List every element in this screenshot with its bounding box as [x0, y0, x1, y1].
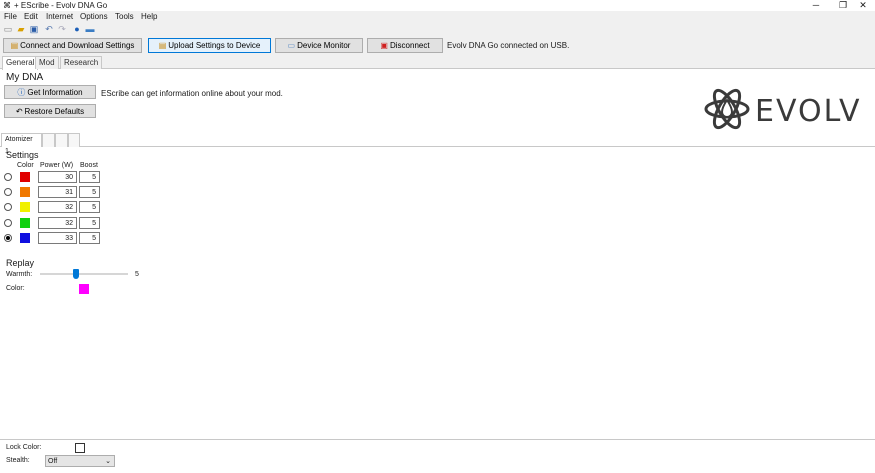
profile-row-1: 30 5: [0, 171, 110, 184]
profile-color-swatch-5[interactable]: [20, 233, 30, 243]
connect-download-button[interactable]: ▤ Connect and Download Settings: [3, 38, 142, 53]
connect-download-label: Connect and Download Settings: [20, 41, 135, 50]
atomizer-tabs: Atomizer 1: [0, 133, 875, 155]
open-folder-icon[interactable]: ▰: [16, 24, 26, 34]
upload-settings-label: Upload Settings to Device: [168, 41, 261, 50]
evolv-logo: EVOLV: [703, 85, 865, 133]
boost-column-header: Boost: [80, 162, 98, 169]
app-icon: ⌘: [3, 1, 11, 10]
upload-settings-button[interactable]: ▤ Upload Settings to Device: [148, 38, 271, 53]
action-bar: ▤ Connect and Download Settings ▤ Upload…: [0, 36, 875, 55]
profile-color-swatch-4[interactable]: [20, 218, 30, 228]
profile-color-swatch-1[interactable]: [20, 172, 30, 182]
profile-power-field-1[interactable]: 30: [38, 171, 77, 183]
lock-color-label: Lock Color:: [6, 444, 42, 451]
stealth-select[interactable]: Off ⌄: [45, 455, 115, 467]
restore-defaults-label: Restore Defaults: [24, 106, 85, 116]
power-column-header: Power (W): [40, 162, 74, 169]
profile-radio-5[interactable]: [4, 234, 12, 242]
color-column-header: Color: [17, 162, 34, 169]
menu-tools[interactable]: Tools: [115, 12, 134, 21]
tab-mod[interactable]: Mod: [35, 56, 59, 69]
profile-color-swatch-2[interactable]: [20, 187, 30, 197]
warmth-slider-track[interactable]: [40, 273, 128, 275]
profile-color-swatch-3[interactable]: [20, 202, 30, 212]
info-icon: ⓘ: [17, 87, 26, 97]
stealth-select-value: Off: [48, 458, 58, 465]
tab-atomizer-3[interactable]: [55, 133, 68, 147]
get-information-description: EScribe can get information online about…: [101, 89, 283, 98]
disconnect-label: Disconnect: [389, 41, 430, 50]
lock-color-checkbox[interactable]: [75, 443, 85, 453]
main-tabs: General Mod Research: [0, 55, 875, 70]
profile-row-2: 31 5: [0, 186, 110, 199]
profile-boost-field-2[interactable]: 5: [79, 186, 100, 198]
restore-defaults-button[interactable]: ↶ Restore Defaults: [4, 104, 96, 118]
profile-boost-field-4[interactable]: 5: [79, 217, 100, 229]
menu-bar: File Edit Internet Options Tools Help: [0, 11, 875, 22]
profile-boost-field-3[interactable]: 5: [79, 201, 100, 213]
undo-icon[interactable]: ↶: [44, 24, 54, 34]
get-information-button[interactable]: ⓘ Get Information: [4, 85, 96, 99]
atom-logo-icon: [704, 88, 750, 130]
menu-options[interactable]: Options: [80, 12, 108, 21]
window-title: + EScribe - Evolv DNA Go: [14, 1, 108, 10]
toolbar: ▭ ▰ ▣ ↶ ↷ ● ▬: [0, 22, 875, 36]
warmth-slider-thumb[interactable]: [73, 269, 79, 279]
tab-general[interactable]: General: [2, 56, 39, 70]
replay-color-label: Color:: [6, 285, 25, 292]
profile-boost-field-5[interactable]: 5: [79, 232, 100, 244]
profile-radio-2[interactable]: [4, 188, 12, 196]
maximize-button[interactable]: ❐: [833, 0, 853, 11]
connection-status: Evolv DNA Go connected on USB.: [447, 41, 570, 50]
profile-power-field-2[interactable]: 31: [38, 186, 77, 198]
my-dna-title: My DNA: [6, 72, 44, 83]
profile-power-field-4[interactable]: 32: [38, 217, 77, 229]
menu-edit[interactable]: Edit: [24, 12, 38, 21]
chevron-down-icon: ⌄: [105, 458, 111, 465]
profile-row-3: 32 5: [0, 201, 110, 214]
profile-boost-field-1[interactable]: 5: [79, 171, 100, 183]
monitor-icon: ▭: [287, 41, 296, 50]
tab-atomizer-1[interactable]: Atomizer 1: [1, 133, 42, 155]
menu-file[interactable]: File: [4, 12, 17, 21]
globe-icon[interactable]: ●: [72, 24, 82, 34]
profile-row-4: 32 5: [0, 217, 110, 230]
disconnect-icon: ▣: [380, 41, 388, 50]
logo-wordmark: EVOLV: [755, 94, 862, 129]
save-icon[interactable]: ▣: [29, 24, 39, 34]
tab-atomizer-extra[interactable]: [68, 133, 80, 147]
upload-settings-icon: ▤: [158, 41, 167, 50]
replay-title: Replay: [6, 258, 35, 268]
profile-power-field-5[interactable]: 33: [38, 232, 77, 244]
device-monitor-label: Device Monitor: [297, 41, 351, 50]
profile-power-field-3[interactable]: 32: [38, 201, 77, 213]
redo-icon[interactable]: ↷: [57, 24, 67, 34]
get-information-label: Get Information: [27, 87, 83, 97]
profile-radio-3[interactable]: [4, 203, 12, 211]
menu-help[interactable]: Help: [141, 12, 157, 21]
tab-atomizer-2[interactable]: [42, 133, 55, 147]
title-bar: ⌘ + EScribe - Evolv DNA Go ─ ❐ ✕: [0, 0, 875, 11]
profile-radio-1[interactable]: [4, 173, 12, 181]
restore-icon: ↶: [15, 106, 23, 116]
footer-divider: [0, 439, 875, 440]
warmth-label: Warmth:: [6, 271, 33, 278]
connect-icon: ▤: [10, 41, 19, 50]
upload-icon[interactable]: ▬: [85, 24, 95, 34]
new-file-icon[interactable]: ▭: [3, 24, 13, 34]
close-button[interactable]: ✕: [853, 0, 873, 11]
warmth-value: 5: [135, 271, 139, 278]
menu-internet[interactable]: Internet: [46, 12, 73, 21]
replay-color-swatch[interactable]: [79, 284, 89, 294]
settings-title: Settings: [6, 150, 39, 160]
minimize-button[interactable]: ─: [806, 0, 826, 11]
tab-research[interactable]: Research: [60, 56, 103, 69]
profile-row-5: 33 5: [0, 232, 110, 245]
disconnect-button[interactable]: ▣ Disconnect: [367, 38, 443, 53]
device-monitor-button[interactable]: ▭ Device Monitor: [275, 38, 363, 53]
stealth-label: Stealth:: [6, 457, 30, 464]
profile-radio-4[interactable]: [4, 219, 12, 227]
